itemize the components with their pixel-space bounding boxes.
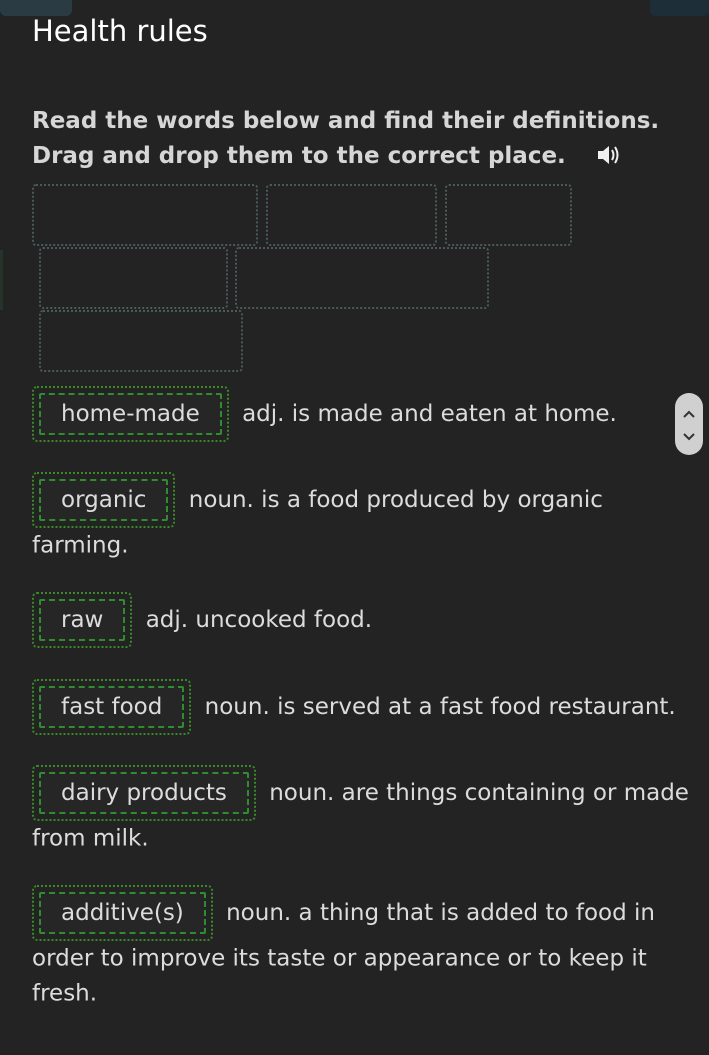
word-label: home-made xyxy=(39,393,222,435)
word-chip[interactable]: dairy products xyxy=(32,765,256,821)
list-item: raw adj. uncooked food. xyxy=(32,592,692,648)
word-label: dairy products xyxy=(39,772,249,814)
drop-zone-3[interactable] xyxy=(445,184,572,246)
word-chip[interactable]: raw xyxy=(32,592,133,648)
chevron-up-icon[interactable] xyxy=(683,403,695,422)
instructions-line-1: Read the words below and find their defi… xyxy=(32,108,660,134)
definition-text: adj. uncooked food. xyxy=(145,607,373,633)
page-title: Health rules xyxy=(32,14,208,48)
drop-zone-1[interactable] xyxy=(32,184,258,246)
word-chip[interactable]: home-made xyxy=(32,386,229,442)
word-chip[interactable]: additive(s) xyxy=(32,885,213,941)
side-edge-mark xyxy=(0,250,3,310)
word-label: raw xyxy=(39,599,126,641)
drop-zone-6[interactable] xyxy=(39,310,243,372)
top-right-tab[interactable] xyxy=(650,0,709,16)
chevron-down-icon[interactable] xyxy=(683,426,695,445)
list-item: dairy products noun. are things containi… xyxy=(32,765,692,856)
word-label: fast food xyxy=(39,686,185,728)
word-chip[interactable]: organic xyxy=(32,472,176,528)
list-item: organic noun. is a food produced by orga… xyxy=(32,472,692,563)
word-chip[interactable]: fast food xyxy=(32,679,192,735)
list-item: additive(s) noun. a thing that is added … xyxy=(32,885,692,1010)
speaker-icon[interactable] xyxy=(596,142,620,177)
scroll-control[interactable] xyxy=(675,393,703,455)
drop-zone-5[interactable] xyxy=(235,247,489,309)
list-item: fast food noun. is served at a fast food… xyxy=(32,679,692,735)
drop-zone-4[interactable] xyxy=(39,247,228,309)
list-item: home-made adj. is made and eaten at home… xyxy=(32,386,692,442)
instructions-line-2: Drag and drop them to the correct place. xyxy=(32,143,566,169)
drop-zone-2[interactable] xyxy=(266,184,437,246)
definition-text: noun. is served at a fast food restauran… xyxy=(204,694,676,720)
word-label: additive(s) xyxy=(39,892,206,934)
word-label: organic xyxy=(39,479,169,521)
instructions: Read the words below and find their defi… xyxy=(32,104,672,177)
definition-text: adj. is made and eaten at home. xyxy=(242,401,617,427)
